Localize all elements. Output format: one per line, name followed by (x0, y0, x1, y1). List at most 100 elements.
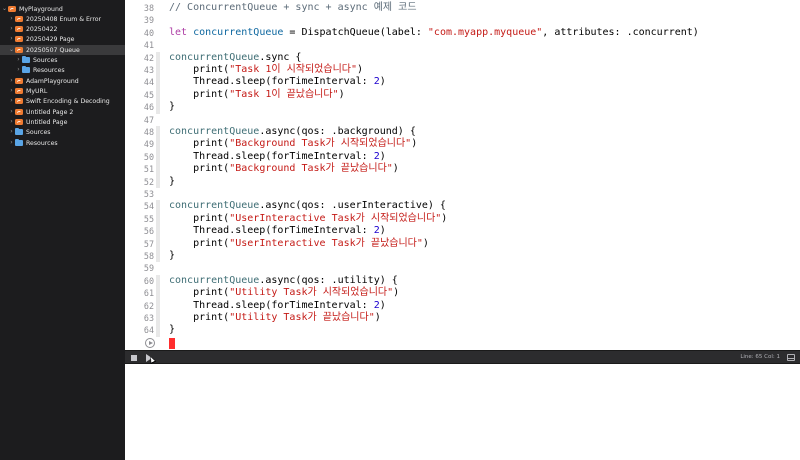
code-token: "UserInteractive Task가 끝났습니다" (229, 237, 423, 249)
stop-icon[interactable] (131, 355, 137, 361)
code-line[interactable]: 40 let concurrentQueue = DispatchQueue(la… (125, 27, 800, 39)
code-token: "Utility Task가 시작되었습니다" (229, 287, 394, 299)
code-line[interactable]: 54 concurrentQueue.async(qos: .userIntera… (125, 200, 800, 212)
code-line[interactable]: 49 print("Background Task가 시작되었습니다") (125, 138, 800, 150)
chevron-right-icon[interactable]: › (9, 14, 14, 24)
code-line[interactable]: 56 Thread.sleep(forTimeInterval: 2) (125, 225, 800, 237)
code-text: concurrentQueue.sync { (169, 52, 301, 64)
code-token: .async(qos: .background) { (259, 126, 416, 137)
line-number: 53 (143, 189, 154, 199)
code-line[interactable]: 42 concurrentQueue.sync { (125, 52, 800, 64)
chevron-right-icon[interactable]: › (9, 34, 14, 44)
sidebar-item[interactable]: ⌄ MyPlayground (0, 4, 125, 14)
chevron-right-icon[interactable]: › (9, 107, 14, 117)
folder-icon (22, 65, 30, 73)
sidebar-item[interactable]: › 20250429 Page (0, 34, 125, 44)
swift-icon (15, 26, 23, 32)
code-line[interactable]: 57 print("UserInteractive Task가 끝났습니다") (125, 238, 800, 250)
code-fold-band[interactable] (156, 274, 160, 337)
code-fold-band[interactable] (156, 200, 160, 263)
code-line[interactable]: 53 (125, 188, 800, 200)
chevron-right-icon[interactable]: › (9, 86, 14, 96)
code-line[interactable]: 38 // ConcurrentQueue + sync + async 예제 코… (125, 2, 800, 14)
code-editor[interactable]: 38 // ConcurrentQueue + sync + async 예제 코… (125, 0, 800, 350)
code-fold-band[interactable] (156, 126, 160, 188)
code-line[interactable]: 60 concurrentQueue.async(qos: .utility) { (125, 275, 800, 287)
code-token: print( (169, 163, 230, 175)
sidebar-item[interactable]: ⌄ 20250507 Queue (0, 45, 125, 55)
code-line[interactable]: 45 print("Task 1이 끝났습니다") (125, 89, 800, 101)
code-line[interactable]: 43 print("Task 1이 시작되었습니다") (125, 64, 800, 76)
line-number: 58 (143, 251, 154, 261)
sidebar-item-label: Swift Encoding & Decoding (26, 97, 110, 105)
sidebar-item[interactable]: › Resources (0, 138, 125, 148)
code-line[interactable]: 44 Thread.sleep(forTimeInterval: 2) (125, 76, 800, 88)
run-line-icon[interactable] (145, 338, 155, 348)
toggle-console-icon[interactable] (787, 354, 795, 361)
mouse-pointer-icon (147, 355, 157, 364)
chevron-right-icon[interactable]: › (9, 24, 14, 34)
code-line[interactable]: 61 print("Utility Task가 시작되었습니다") (125, 287, 800, 299)
code-token: "Background Task가 시작되었습니다" (229, 138, 412, 150)
sidebar-item[interactable]: › Resources (0, 65, 125, 75)
code-line[interactable]: 41 (125, 39, 800, 51)
line-number: 52 (143, 176, 154, 187)
chevron-right-icon[interactable]: › (9, 96, 14, 106)
line-number: 62 (143, 300, 154, 311)
sidebar-item[interactable]: › Sources (0, 127, 125, 137)
sidebar-item-label: MyURL (26, 87, 48, 95)
sidebar-item[interactable]: › Untitled Page 2 (0, 107, 125, 117)
line-number: 49 (143, 139, 154, 150)
code-fold-band[interactable] (156, 51, 160, 114)
sidebar-item[interactable]: › 20250408 Enum & Error (0, 14, 125, 24)
code-line[interactable]: 51 print("Background Task가 끝났습니다") (125, 163, 800, 175)
sidebar-item[interactable]: › 20250422 (0, 24, 125, 34)
code-text: print("Task 1이 끝났습니다") (169, 89, 345, 101)
code-text: } (169, 176, 175, 188)
code-line[interactable]: 64} (125, 324, 800, 336)
chevron-right-icon[interactable]: › (9, 76, 14, 86)
code-token: .async(qos: .userInteractive) { (259, 200, 446, 212)
swift-icon (15, 47, 23, 53)
code-token: print( (169, 64, 230, 75)
code-line[interactable]: 46} (125, 101, 800, 113)
code-text: } (169, 324, 175, 336)
code-token: concurrentQueue (169, 200, 260, 212)
code-text: Thread.sleep(forTimeInterval: 2) (169, 300, 386, 312)
chevron-right-icon[interactable]: › (9, 138, 14, 148)
sidebar-item[interactable]: › MyURL (0, 86, 125, 96)
code-line[interactable]: 63 print("Utility Task가 끝났습니다") (125, 312, 800, 324)
code-token: Thread.sleep(forTimeInterval: (169, 299, 374, 311)
code-line[interactable]: 55 print("UserInteractive Task가 시작되었습니다"… (125, 213, 800, 225)
chevron-right-icon[interactable]: › (9, 127, 14, 137)
code-line[interactable]: 59 (125, 262, 800, 274)
code-token: ) (411, 138, 418, 150)
chevron-down-icon[interactable]: ⌄ (2, 4, 7, 14)
sidebar-item[interactable]: › Swift Encoding & Decoding (0, 96, 125, 106)
code-token: "UserInteractive Task가 시작되었습니다" (229, 212, 442, 224)
code-line[interactable]: 50 Thread.sleep(forTimeInterval: 2) (125, 151, 800, 163)
code-line[interactable]: 58} (125, 250, 800, 262)
sidebar-item-label: Sources (33, 56, 58, 64)
code-token: "Task 1이 끝났습니다" (229, 88, 339, 100)
sidebar-item[interactable]: › AdamPlayground (0, 76, 125, 86)
code-line[interactable]: 47 (125, 114, 800, 126)
sidebar-item[interactable]: › Untitled Page (0, 117, 125, 127)
chevron-right-icon[interactable]: › (16, 55, 21, 65)
code-line[interactable]: 39 (125, 14, 800, 26)
cursor-position-status: Line: 65 Col: 1 (740, 354, 780, 360)
chevron-down-icon[interactable]: ⌄ (9, 45, 14, 55)
code-token: } (169, 250, 176, 261)
code-line[interactable]: 62 Thread.sleep(forTimeInterval: 2) (125, 300, 800, 312)
swift-icon (15, 119, 23, 125)
console-output-area[interactable] (125, 364, 800, 460)
code-token: ) (338, 88, 345, 100)
code-token: ) (393, 287, 400, 299)
code-line[interactable]: 52} (125, 176, 800, 188)
sidebar-item[interactable]: › Sources (0, 55, 125, 65)
code-token: ) (374, 312, 381, 323)
code-line[interactable]: 48 concurrentQueue.async(qos: .background… (125, 126, 800, 138)
chevron-right-icon[interactable]: › (9, 117, 14, 127)
chevron-right-icon[interactable]: › (16, 65, 21, 75)
code-text: Thread.sleep(forTimeInterval: 2) (169, 151, 386, 163)
